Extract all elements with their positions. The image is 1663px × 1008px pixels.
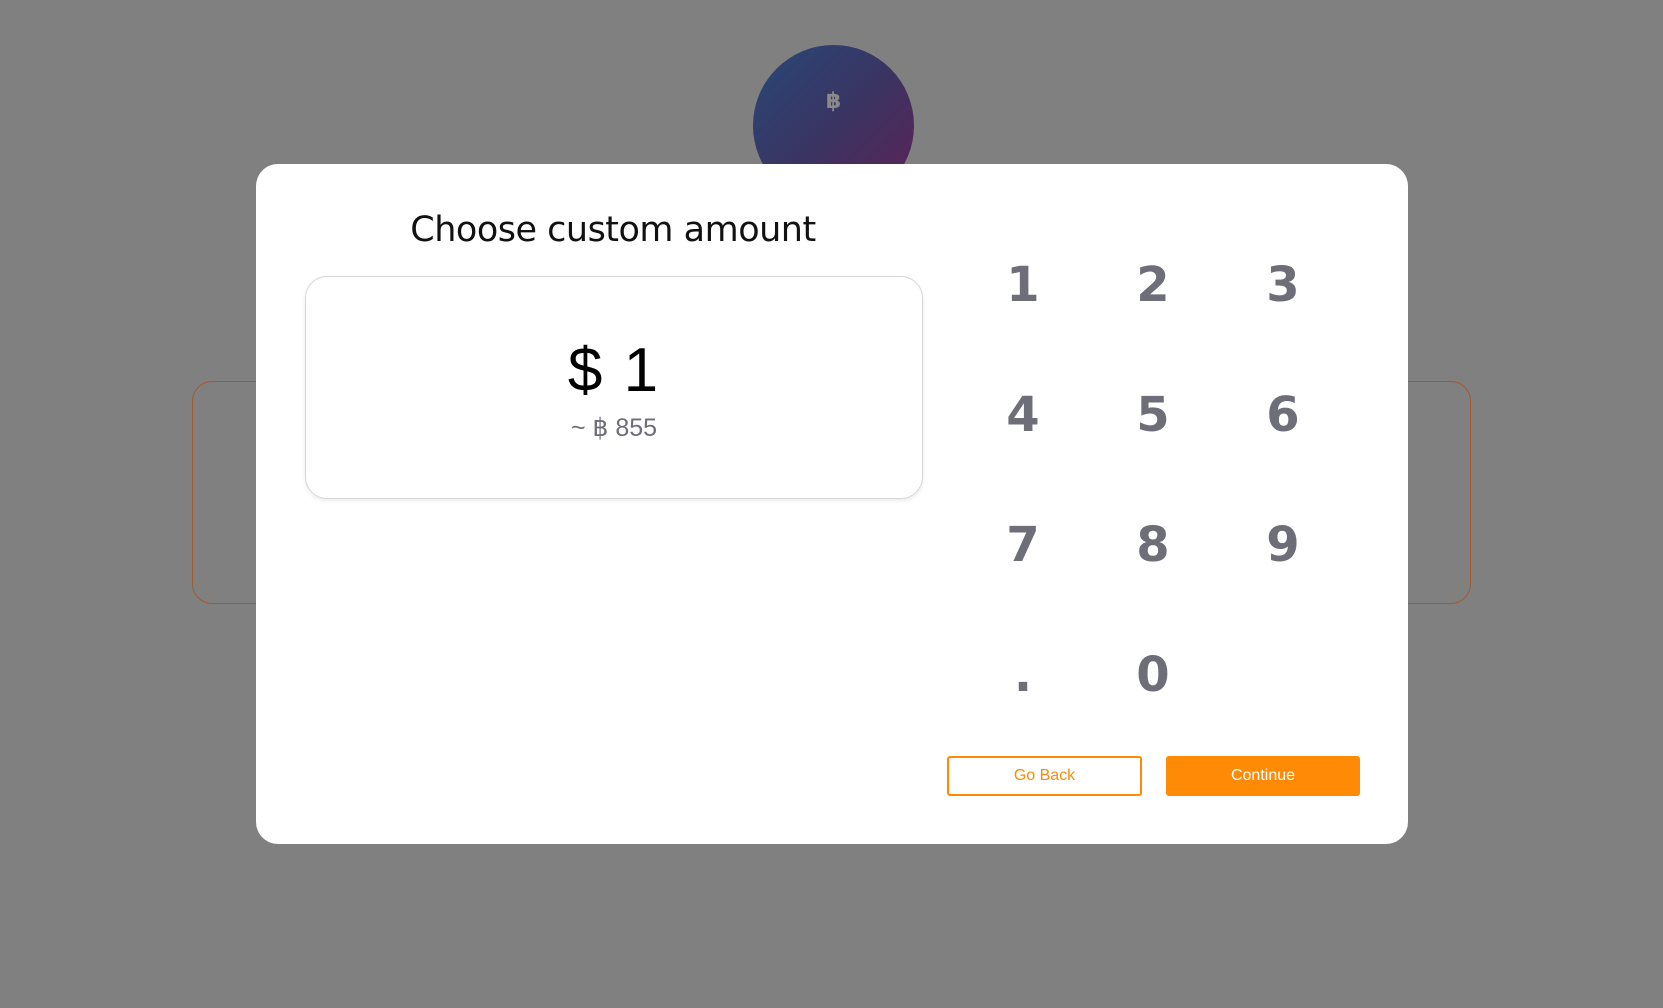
- modal-title: Choose custom amount: [410, 210, 816, 250]
- go-back-button[interactable]: Go Back: [947, 756, 1142, 796]
- custom-amount-modal: Choose custom amount $ 1 ~ ฿ 855 1 2 3 4…: [256, 164, 1408, 844]
- amount-converted: ~ ฿ 855: [570, 414, 658, 442]
- keypad-key-1[interactable]: 1: [958, 220, 1088, 350]
- keypad-key-3[interactable]: 3: [1218, 220, 1348, 350]
- amount-value: $ 1: [567, 336, 661, 405]
- keypad-key-4[interactable]: 4: [958, 350, 1088, 480]
- amount-display-card: $ 1 ~ ฿ 855: [305, 276, 923, 499]
- bitcoin-icon: ฿: [825, 89, 842, 114]
- keypad-key-decimal[interactable]: .: [958, 610, 1088, 740]
- keypad-key-5[interactable]: 5: [1088, 350, 1218, 480]
- keypad-key-6[interactable]: 6: [1218, 350, 1348, 480]
- continue-button[interactable]: Continue: [1166, 756, 1360, 796]
- keypad-key-2[interactable]: 2: [1088, 220, 1218, 350]
- keypad-key-8[interactable]: 8: [1088, 480, 1218, 610]
- keypad-key-0[interactable]: 0: [1088, 610, 1218, 740]
- keypad-key-7[interactable]: 7: [958, 480, 1088, 610]
- keypad-key-9[interactable]: 9: [1218, 480, 1348, 610]
- number-keypad: 1 2 3 4 5 6 7 8 9 . 0: [958, 220, 1348, 740]
